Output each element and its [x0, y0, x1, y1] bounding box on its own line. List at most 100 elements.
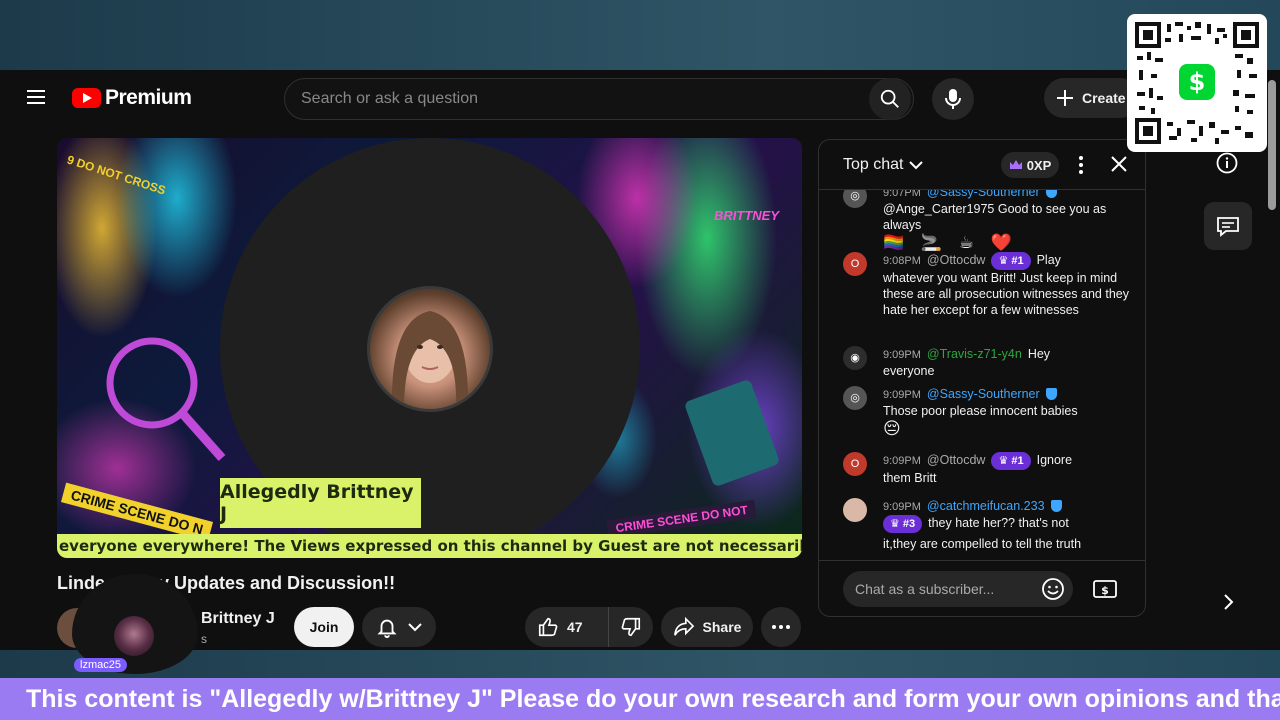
xp-value: 0XP — [1026, 157, 1052, 173]
message-text: Those poor please innocent babies — [883, 404, 1078, 418]
message-time: 9:08PM — [883, 255, 921, 267]
page-scrollbar[interactable] — [1268, 80, 1276, 210]
info-icon[interactable] — [1216, 152, 1238, 174]
svg-text:$: $ — [1189, 68, 1206, 96]
join-button[interactable]: Join — [294, 607, 354, 647]
voice-search-button[interactable] — [932, 78, 974, 120]
menu-icon[interactable] — [20, 86, 52, 110]
avatar[interactable]: O — [843, 452, 867, 476]
create-label: Create — [1082, 90, 1126, 106]
chat-icon — [1217, 217, 1239, 237]
message-time: 9:09PM — [883, 389, 921, 401]
masthead: Premium Create — [0, 70, 1280, 126]
message-lead: Hey — [1027, 347, 1051, 361]
rank-badge: ♛ #1 — [991, 452, 1031, 470]
live-chat-panel: Top chat 0XP ◎ 9:07PM @Sassy-Southerner @… — [818, 139, 1146, 617]
avatar[interactable]: ◉ — [843, 346, 867, 370]
crown-icon — [1009, 160, 1022, 169]
rank-value: #3 — [902, 518, 916, 530]
chat-input-placeholder: Chat as a subscriber... — [855, 581, 995, 597]
chat-message: ◎ 9:09PM @Sassy-Southerner Those poor ple… — [843, 386, 1133, 437]
message-lead: Play — [1036, 253, 1061, 267]
video-title-end: cy Updates and Discussion!! — [149, 573, 396, 593]
avatar[interactable]: ◎ — [843, 190, 867, 208]
message-text: everyone — [883, 364, 935, 378]
message-author[interactable]: @Ottocdw — [927, 453, 986, 467]
superchat-icon[interactable]: $ — [1091, 575, 1119, 603]
news-ticker: everyone everywhere! The Views expressed… — [57, 534, 802, 558]
stream-bottom-band — [0, 650, 1280, 678]
message-emoji: 🏳️‍🌈 🚬 ☕ ❤️ — [883, 233, 1018, 252]
message-text: @Ange_Carter1975 Good to see you as alwa… — [883, 202, 1107, 232]
like-count: 47 — [567, 619, 583, 635]
message-text: it,they are compelled to tell the truth — [883, 537, 1082, 551]
youtube-play-icon — [72, 88, 101, 108]
host-avatar — [367, 286, 493, 412]
message-author[interactable]: @catchmeifucan.233 — [927, 499, 1045, 513]
chat-message: O 9:09PM @Ottocdw ♛ #1 Ignore them Britt — [843, 452, 1133, 486]
message-text: them Britt — [883, 471, 937, 485]
search-box — [284, 78, 914, 120]
chat-messages: ◎ 9:07PM @Sassy-Southerner @Ange_Carter19… — [819, 190, 1145, 558]
guest-avatar — [114, 616, 154, 656]
close-icon[interactable] — [1107, 152, 1131, 176]
thumb-down-icon — [621, 617, 641, 637]
stream-top-band — [0, 0, 1280, 70]
avatar[interactable] — [843, 498, 867, 522]
chat-title: Top chat — [843, 156, 904, 173]
message-time: 9:09PM — [883, 349, 921, 361]
share-button[interactable]: Share — [661, 607, 753, 647]
message-author[interactable]: @Sassy-Southerner — [927, 387, 1040, 401]
search-input[interactable] — [285, 90, 869, 108]
chat-toggle-button[interactable] — [1204, 202, 1252, 250]
chat-message: ◉ 9:09PM @Travis-z71-y4n Hey everyone — [843, 346, 1133, 379]
disclaimer-marquee: This content is "Allegedly w/Brittney J"… — [0, 678, 1280, 720]
message-author[interactable]: @Travis-z71-y4n — [927, 347, 1022, 361]
chat-mode-selector[interactable]: Top chat — [843, 156, 924, 174]
guest-username: lzmac25 — [74, 658, 127, 672]
avatar[interactable]: ◎ — [843, 386, 867, 410]
chat-message: 9:09PM @catchmeifucan.233 ♛ #3 they hate he… — [843, 498, 1133, 533]
avatar[interactable]: O — [843, 252, 867, 276]
chevron-right-icon[interactable] — [1218, 592, 1238, 612]
cashapp-qr-code: $ — [1127, 14, 1267, 152]
video-player[interactable]: 9 DO NOT CROSS CRIME SCENE DO N CRIME SC… — [57, 138, 802, 558]
mic-icon — [945, 89, 961, 109]
subscriber-count: s — [201, 632, 207, 646]
chat-header: Top chat 0XP — [819, 140, 1145, 190]
rank-badge: ♛ #1 — [991, 252, 1031, 270]
message-time: 9:07PM — [883, 190, 921, 199]
rank-value: #1 — [1011, 455, 1024, 467]
plus-icon — [1057, 90, 1073, 106]
youtube-premium-logo[interactable]: Premium — [72, 86, 192, 110]
name-plate: Allegedly Brittney J — [220, 478, 421, 528]
xp-badge[interactable]: 0XP — [1001, 152, 1059, 178]
create-button[interactable]: Create — [1044, 78, 1140, 118]
chat-message-continuation: it,they are compelled to tell the truth — [883, 536, 1145, 552]
notifications-button[interactable] — [362, 607, 436, 647]
emoji-icon[interactable] — [1041, 577, 1065, 601]
chat-input[interactable]: Chat as a subscriber... — [843, 571, 1073, 607]
channel-name[interactable]: Brittney J — [201, 610, 275, 628]
chat-more-icon[interactable] — [1071, 154, 1091, 176]
verified-icon — [1050, 500, 1062, 512]
message-author[interactable]: @Sassy-Southerner — [927, 190, 1040, 199]
like-button[interactable]: 47 — [525, 607, 609, 647]
share-icon — [673, 617, 694, 636]
chevron-down-icon — [408, 623, 422, 632]
more-actions-button[interactable] — [761, 607, 801, 647]
chevron-down-icon — [909, 161, 924, 170]
message-author[interactable]: @Ottocdw — [927, 253, 986, 267]
verified-icon — [1045, 190, 1057, 198]
message-lead: Ignore — [1036, 453, 1073, 467]
message-time: 9:09PM — [883, 501, 921, 513]
search-button[interactable] — [869, 78, 911, 120]
dislike-button[interactable] — [609, 607, 653, 647]
more-icon — [772, 625, 790, 629]
logo-text: Premium — [105, 86, 192, 109]
youtube-app: Premium Create — [0, 70, 1280, 650]
chat-message: ◎ 9:07PM @Sassy-Southerner @Ange_Carter19… — [843, 190, 1133, 251]
rank-badge: ♛ #3 — [883, 515, 923, 533]
svg-text:$: $ — [1101, 584, 1109, 597]
chat-input-row: Chat as a subscriber... $ — [819, 560, 1145, 616]
